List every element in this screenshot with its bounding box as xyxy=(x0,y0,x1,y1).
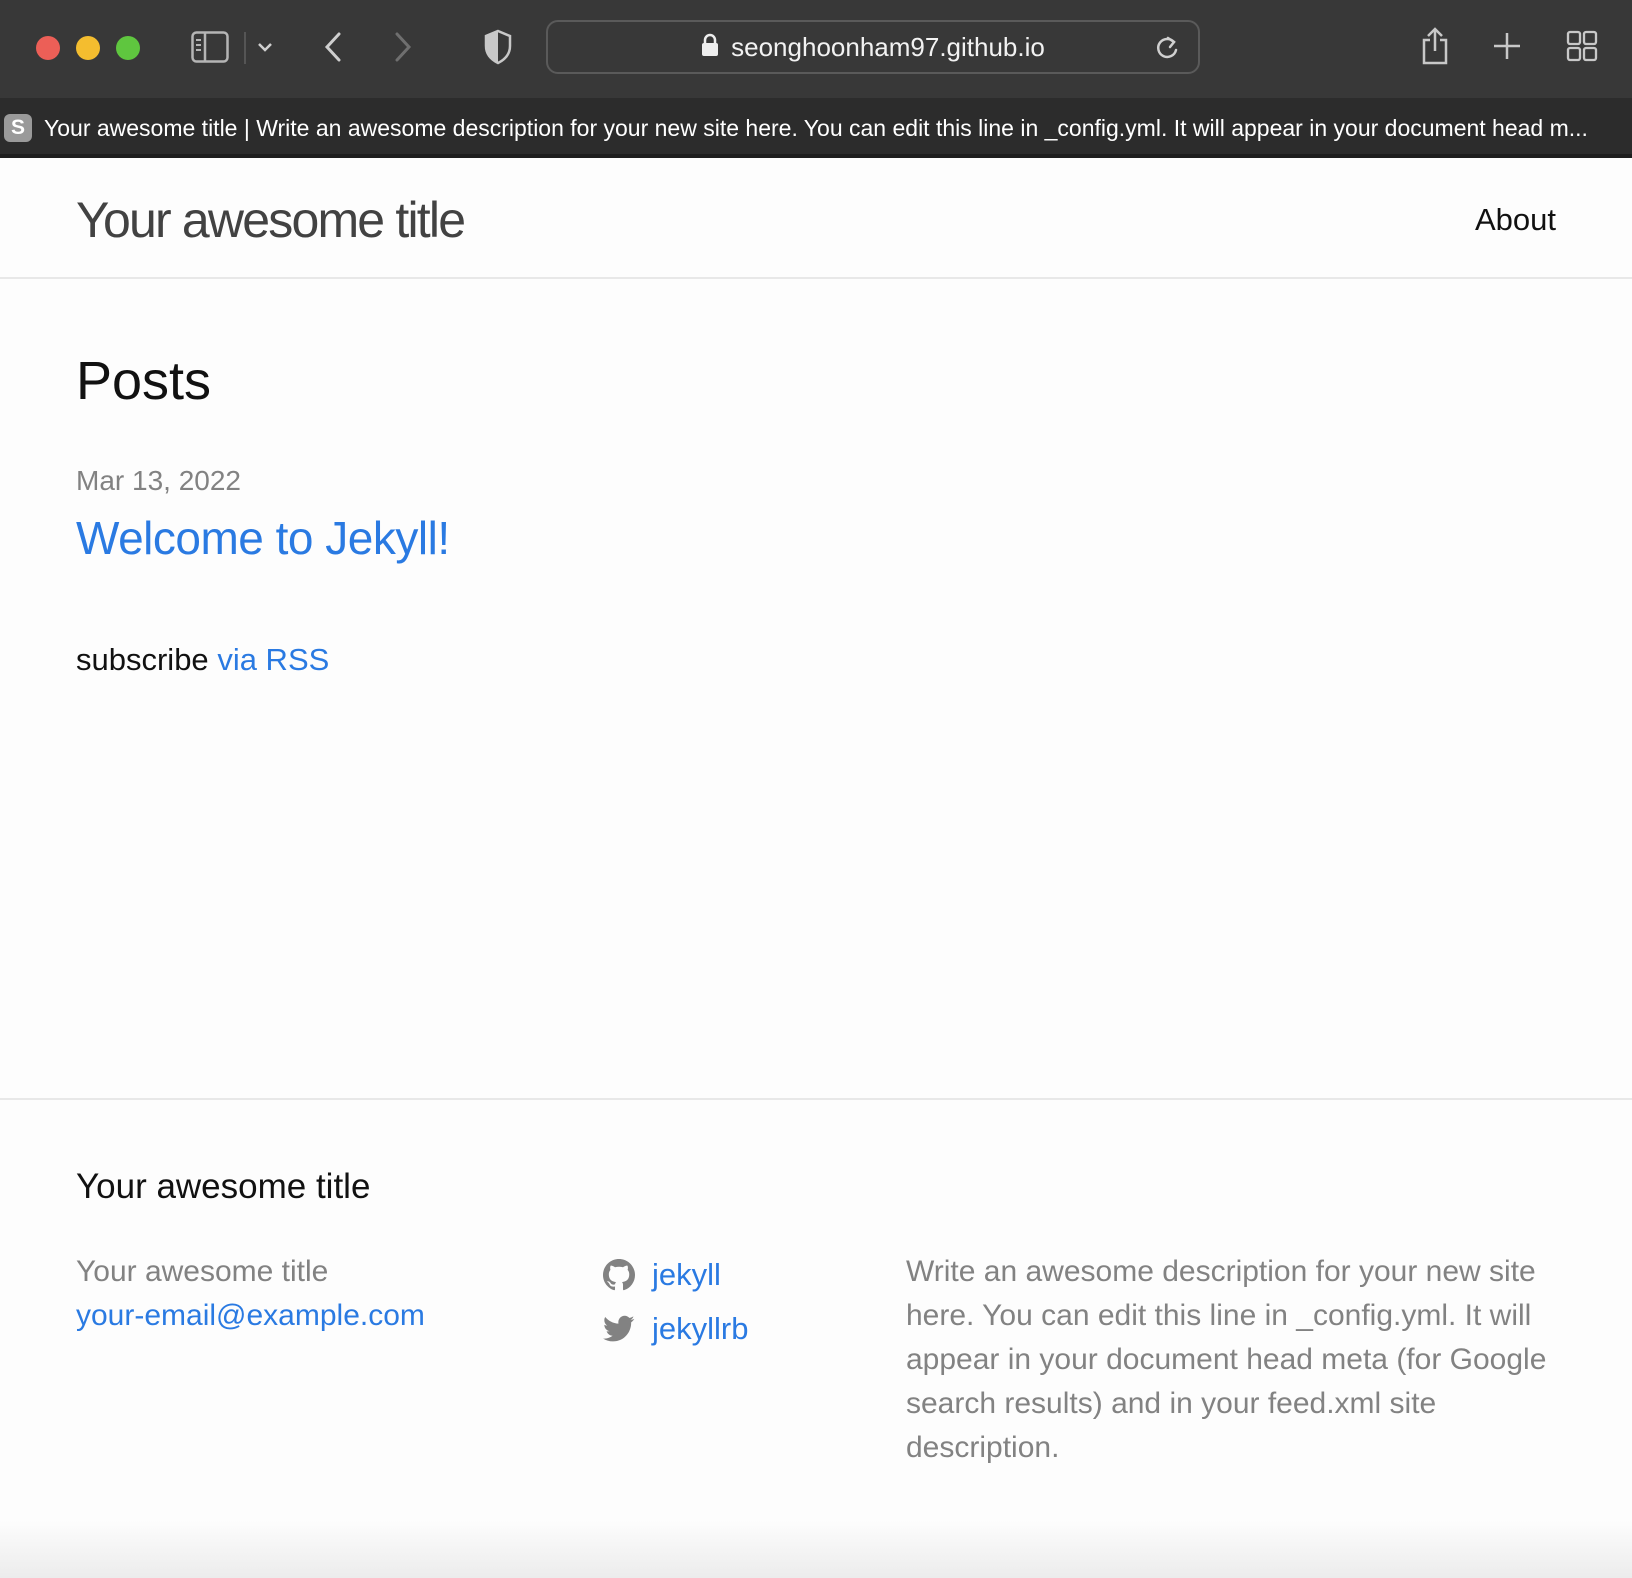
rss-link[interactable]: via RSS xyxy=(217,642,329,677)
url-text: seonghoonham97.github.io xyxy=(731,31,1045,62)
toolbar-divider xyxy=(244,32,246,64)
footer-social: jekyll jekyllrb xyxy=(602,1248,748,1356)
new-tab-icon[interactable] xyxy=(1490,28,1524,64)
reload-icon[interactable] xyxy=(1154,34,1180,67)
github-link[interactable]: jekyll xyxy=(652,1257,721,1293)
tab-bar: S Your awesome title | Write an awesome … xyxy=(0,98,1632,158)
tab-overview-icon[interactable] xyxy=(1564,28,1600,64)
minimize-window-button[interactable] xyxy=(76,36,100,60)
twitter-icon xyxy=(602,1312,636,1346)
privacy-shield-icon[interactable] xyxy=(480,26,516,68)
rss-prefix: subscribe xyxy=(76,642,209,677)
site-title-link[interactable]: Your awesome title xyxy=(76,192,466,248)
twitter-link[interactable]: jekyllrb xyxy=(652,1311,748,1347)
github-social-item[interactable]: jekyll xyxy=(602,1248,748,1302)
site-header: Your awesome title About xyxy=(0,158,1632,279)
rss-subscribe: subscribe via RSS xyxy=(76,640,329,680)
address-bar[interactable]: seonghoonham97.github.io xyxy=(546,20,1200,74)
page-heading: Posts xyxy=(76,351,212,411)
close-window-button[interactable] xyxy=(36,36,60,60)
footer-contact: Your awesome title your-email@example.co… xyxy=(76,1250,425,1338)
zoom-window-button[interactable] xyxy=(116,36,140,60)
footer-heading: Your awesome title xyxy=(76,1167,371,1206)
twitter-social-item[interactable]: jekyllrb xyxy=(602,1302,748,1356)
forward-icon[interactable] xyxy=(388,28,418,66)
footer-name: Your awesome title xyxy=(76,1255,329,1288)
footer-email-link[interactable]: your-email@example.com xyxy=(76,1294,425,1338)
post-title-link[interactable]: Welcome to Jekyll! xyxy=(76,510,450,566)
lock-icon xyxy=(701,33,719,62)
share-icon[interactable] xyxy=(1418,24,1452,68)
site-favicon: S xyxy=(4,114,32,142)
sidebar-toggle-icon[interactable] xyxy=(190,28,230,66)
site-footer: Your awesome title Your awesome title yo… xyxy=(0,1098,1632,1578)
browser-toolbar: seonghoonham97.github.io xyxy=(0,0,1632,98)
github-icon xyxy=(602,1258,636,1292)
tab-title[interactable]: Your awesome title | Write an awesome de… xyxy=(44,114,1590,142)
back-icon[interactable] xyxy=(318,28,348,66)
nav-about-link[interactable]: About xyxy=(1475,202,1556,238)
post-date: Mar 13, 2022 xyxy=(76,465,241,496)
footer-description: Write an awesome description for your ne… xyxy=(906,1255,1547,1464)
chevron-down-icon[interactable] xyxy=(254,36,276,58)
